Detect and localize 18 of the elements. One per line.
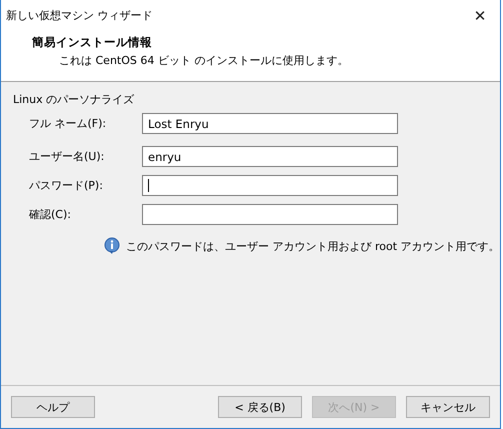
dialog-button[interactable]: < 戻る(B) [218,396,302,418]
info-icon [104,237,120,255]
info-text: このパスワードは、ユーザー アカウント用および root アカウント用です。 [126,238,500,254]
field-label: ユーザー名(U): [29,149,106,164]
input-field[interactable]: Lost Enryu [142,113,398,134]
field-label: フル ネーム(F): [29,116,108,131]
input-field[interactable] [142,175,398,196]
field-label: パスワード(P): [29,178,104,193]
page-title: 簡易インストール情報 [32,35,153,50]
group-label: Linux のパーソナライズ [13,92,136,107]
page-subtitle: これは CentOS 64 ビット のインストールに使用します。 [59,53,350,68]
field-label: 確認(C): [29,207,72,222]
help-button[interactable]: ヘルプ [11,396,95,418]
input-field[interactable] [142,204,398,225]
input-field[interactable]: enryu [142,146,398,167]
close-button[interactable]: ✕ [460,0,500,31]
dialog-button[interactable]: キャンセル [406,396,490,418]
window-title: 新しい仮想マシン ウィザード [6,8,154,23]
